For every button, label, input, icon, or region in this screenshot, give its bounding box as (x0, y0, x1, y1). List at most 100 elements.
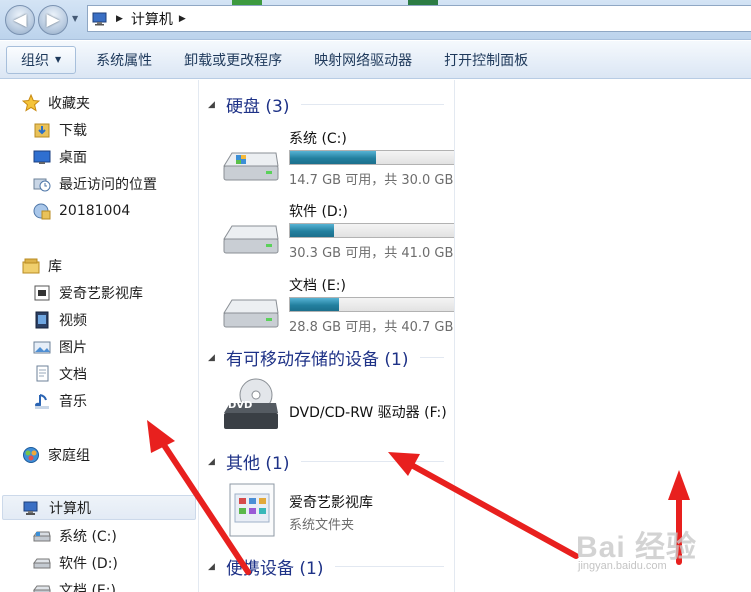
dvd-drive-item[interactable]: DVD DVD/CD-RW 驱动器 (F:) (218, 377, 455, 437)
chevron-down-icon: ▼ (55, 55, 62, 64)
nav-drive-c[interactable]: 系统 (C:) (33, 523, 117, 548)
other-item-type: 系统文件夹 (289, 518, 355, 533)
computer-icon (92, 12, 107, 25)
folder-shortcut-icon (33, 202, 51, 220)
drive-name: 文档 (E:) (289, 278, 346, 294)
drive-usage-bar (289, 297, 455, 312)
star-icon (22, 93, 40, 112)
group-divider (301, 461, 444, 462)
nav-drive-e[interactable]: 文档 (E:) (33, 577, 116, 592)
drive-item-e[interactable]: 文档 (E:) 28.8 GB 可用，共 40.7 GB (218, 275, 455, 339)
nav-label: 文档 (E:) (59, 582, 116, 592)
drive-item-d[interactable]: 软件 (D:) 30.3 GB 可用，共 41.0 GB (218, 201, 455, 265)
hard-drive-icon (33, 554, 51, 572)
group-title: 硬盘 (3) (226, 97, 290, 117)
downloads-folder-icon (33, 121, 51, 139)
back-button[interactable]: ◀ (5, 5, 35, 35)
open-control-panel-button[interactable]: 打开控制面板 (428, 46, 544, 74)
group-header-hard-disks[interactable]: ◢ 硬盘 (3) (208, 92, 444, 117)
drive-usage-fill (290, 151, 376, 164)
hard-drive-icon (223, 225, 279, 254)
content-pane: ◢ 硬盘 (3) 系统 (C:) 14.7 GB 可用，共 30.0 GB 软件… (200, 80, 455, 592)
recent-places-icon (33, 175, 51, 193)
documents-library-icon (33, 365, 51, 383)
drive-usage-fill (290, 298, 339, 311)
navigation-pane: 收藏夹 下载 桌面 最近访问的位置 20181004 库 爱奇艺影视库 视频 图… (0, 80, 199, 592)
collapse-triangle-icon[interactable]: ◢ (208, 457, 226, 467)
homegroup-icon (22, 446, 40, 464)
nav-drive-d[interactable]: 软件 (D:) (33, 550, 118, 575)
nav-homegroup[interactable]: 家庭组 (22, 442, 90, 467)
drive-usage-bar (289, 223, 455, 238)
organize-label: 组织 (21, 52, 49, 69)
collapse-triangle-icon[interactable]: ◢ (208, 562, 226, 572)
group-header-removable[interactable]: ◢ 有可移动存储的设备 (1) (208, 345, 444, 370)
nav-recent-places[interactable]: 最近访问的位置 (33, 171, 157, 196)
address-input[interactable]: ▶ 计算机 ▶ (87, 5, 751, 32)
group-title: 其他 (1) (226, 454, 290, 474)
nav-label: 20181004 (59, 202, 131, 219)
nav-iqiyi-library[interactable]: 爱奇艺影视库 (33, 280, 143, 305)
nav-music[interactable]: 音乐 (33, 388, 87, 413)
nav-label: 家庭组 (48, 447, 90, 464)
group-header-portable[interactable]: ◢ 便携设备 (1) (208, 554, 444, 579)
drive-usage-bar (289, 150, 455, 165)
collapse-triangle-icon[interactable]: ◢ (208, 353, 226, 363)
other-item-name: 爱奇艺影视库 (289, 495, 373, 511)
recent-pages-dropdown[interactable]: ▼ (72, 14, 78, 23)
map-network-drive-button[interactable]: 映射网络驱动器 (298, 46, 428, 74)
breadcrumb-computer[interactable]: 计算机 (131, 9, 173, 29)
libraries-icon (22, 257, 40, 275)
nav-folder-20181004[interactable]: 20181004 (33, 198, 130, 223)
breadcrumb-separator-icon[interactable]: ▶ (116, 14, 123, 24)
group-header-other[interactable]: ◢ 其他 (1) (208, 449, 444, 474)
arrow-left-icon: ◀ (13, 10, 27, 30)
nav-desktop[interactable]: 桌面 (33, 144, 87, 169)
breadcrumb-separator-icon[interactable]: ▶ (179, 14, 186, 24)
nav-label: 音乐 (59, 393, 87, 410)
nav-downloads[interactable]: 下载 (33, 117, 87, 142)
dvd-drive-icon: DVD (224, 378, 278, 429)
desktop-peek-strip (408, 0, 438, 5)
command-bar: 组织 ▼ 系统属性 卸载或更改程序 映射网络驱动器 打开控制面板 (0, 41, 751, 79)
nav-label: 库 (48, 258, 62, 275)
nav-label: 收藏夹 (48, 95, 90, 112)
group-title: 便携设备 (1) (226, 559, 324, 579)
empty-details-area (454, 80, 751, 592)
nav-documents[interactable]: 文档 (33, 361, 87, 386)
drive-name: 软件 (D:) (289, 204, 348, 220)
uninstall-program-button[interactable]: 卸载或更改程序 (168, 46, 298, 74)
system-drive-icon (33, 527, 51, 545)
dvd-drive-name: DVD/CD-RW 驱动器 (F:) (289, 405, 447, 421)
nav-pictures[interactable]: 图片 (33, 334, 87, 359)
system-folder-icon (229, 483, 275, 537)
nav-label: 计算机 (49, 500, 91, 517)
nav-label: 视频 (59, 312, 87, 329)
group-title: 有可移动存储的设备 (1) (226, 350, 409, 370)
nav-label: 下载 (59, 122, 87, 139)
nav-videos[interactable]: 视频 (33, 307, 87, 332)
drive-free-space: 14.7 GB 可用，共 30.0 GB (289, 173, 454, 188)
group-divider (335, 566, 444, 567)
system-properties-button[interactable]: 系统属性 (80, 46, 168, 74)
nav-label: 桌面 (59, 149, 87, 166)
drive-item-c[interactable]: 系统 (C:) 14.7 GB 可用，共 30.0 GB (218, 128, 455, 192)
nav-computer[interactable]: 计算机 (2, 495, 196, 520)
group-divider (301, 104, 444, 105)
hard-drive-icon (223, 299, 279, 328)
other-item-iqiyi[interactable]: 爱奇艺影视库 系统文件夹 (218, 482, 455, 544)
nav-label: 文档 (59, 366, 87, 383)
group-divider (420, 357, 444, 358)
nav-label: 最近访问的位置 (59, 176, 157, 193)
collapse-triangle-icon[interactable]: ◢ (208, 100, 226, 110)
dvd-label: DVD (228, 400, 252, 411)
organize-button[interactable]: 组织 ▼ (6, 45, 77, 74)
forward-button[interactable]: ▶ (38, 5, 68, 35)
address-bar: ◀ ▶ ▼ ▶ 计算机 ▶ (0, 0, 751, 40)
desktop-icon (33, 148, 51, 166)
drive-free-space: 28.8 GB 可用，共 40.7 GB (289, 320, 454, 335)
desktop-peek-strip (232, 0, 262, 5)
nav-favorites[interactable]: 收藏夹 (22, 90, 90, 115)
pictures-library-icon (33, 338, 51, 356)
nav-libraries[interactable]: 库 (22, 253, 62, 278)
